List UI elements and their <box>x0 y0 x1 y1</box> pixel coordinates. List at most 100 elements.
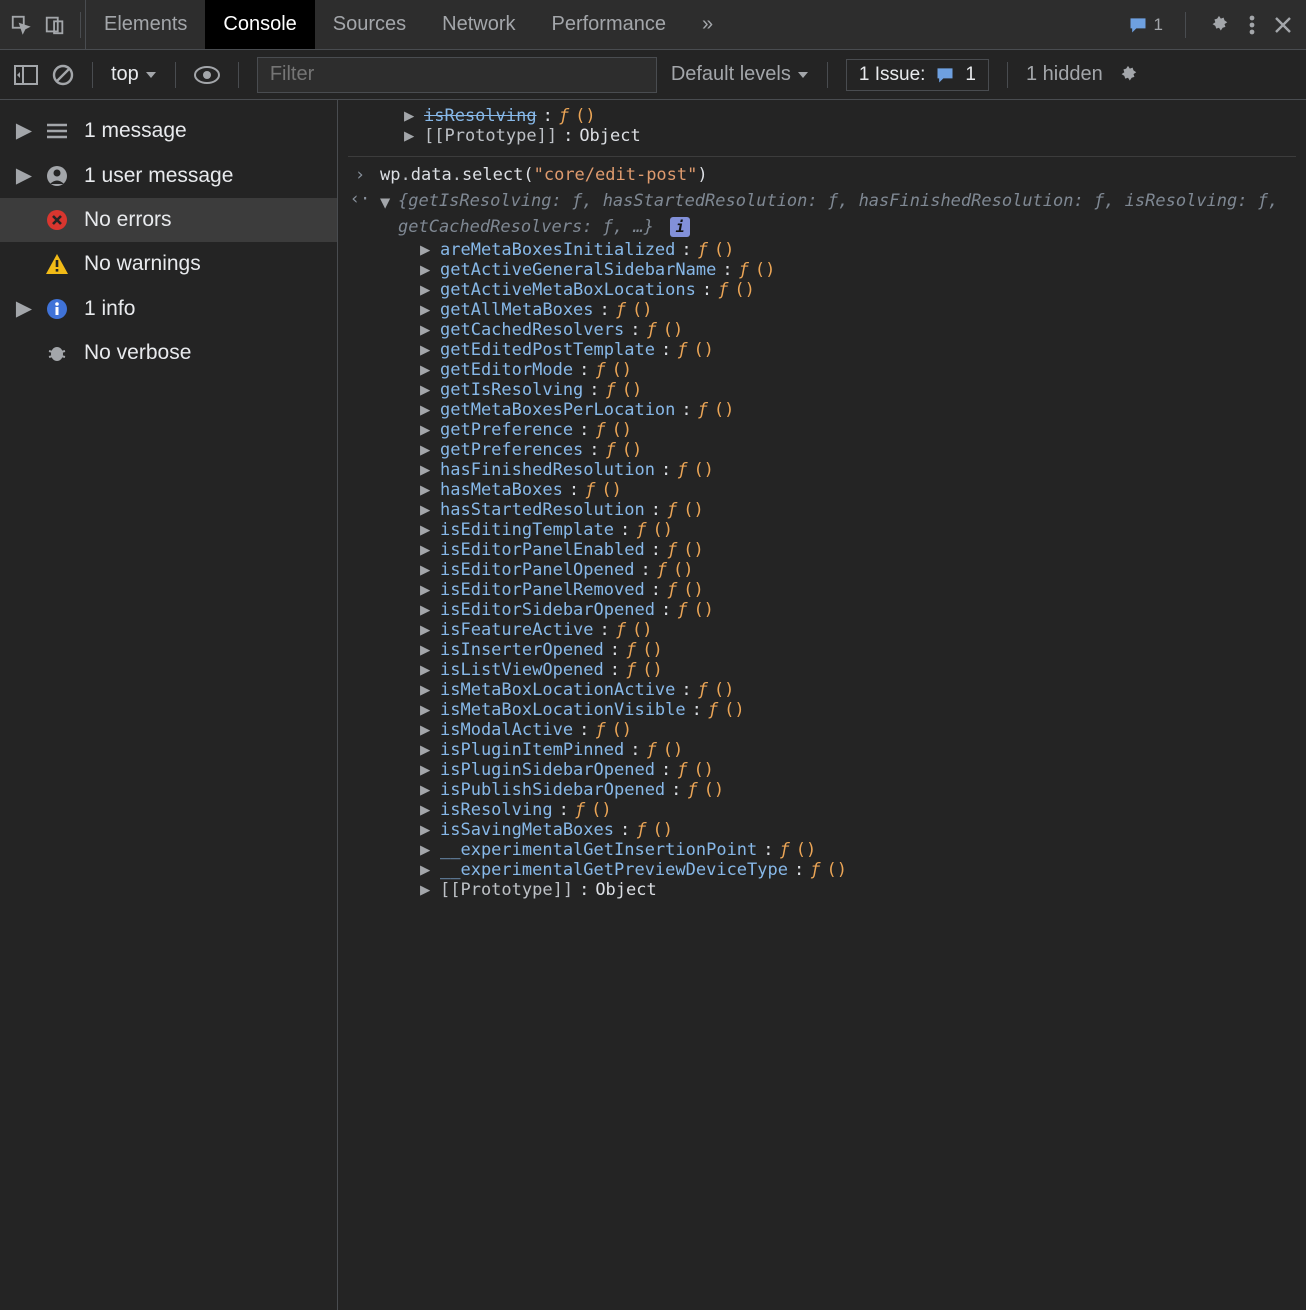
prototype-key[interactable]: [[Prototype]] <box>440 880 573 900</box>
sidebar-item-warn[interactable]: No warnings <box>0 242 337 286</box>
sidebar-item-info[interactable]: ▶1 info <box>0 286 337 331</box>
close-icon[interactable] <box>1274 16 1292 34</box>
object-property[interactable]: ▶hasMetaBoxes: ƒ () <box>380 480 1296 500</box>
expand-caret-icon[interactable]: ▶ <box>420 320 434 340</box>
inspect-icon[interactable] <box>10 14 32 36</box>
live-expression-icon[interactable] <box>194 66 220 84</box>
object-property[interactable]: ▶isPluginSidebarOpened: ƒ () <box>380 760 1296 780</box>
object-property[interactable]: ▶hasFinishedResolution: ƒ () <box>380 460 1296 480</box>
issues-badge[interactable]: 1 Issue: 1 <box>846 59 989 91</box>
expand-caret-icon[interactable]: ▶ <box>420 640 434 660</box>
expand-caret-icon[interactable]: ▶ <box>420 240 434 260</box>
expand-caret-icon[interactable]: ▶ <box>420 720 434 740</box>
expand-caret-icon[interactable]: ▶ <box>420 340 434 360</box>
object-property[interactable]: ▶areMetaBoxesInitialized: ƒ () <box>380 240 1296 260</box>
messages-badge[interactable]: 1 <box>1128 15 1163 35</box>
object-property[interactable]: ▶isResolving: ƒ () <box>380 800 1296 820</box>
tab-console[interactable]: Console <box>205 0 314 49</box>
object-property[interactable]: ▶isInserterOpened: ƒ () <box>380 640 1296 660</box>
expand-caret-icon[interactable]: ▶ <box>420 580 434 600</box>
object-property[interactable]: ▶isSavingMetaBoxes: ƒ () <box>380 820 1296 840</box>
object-property[interactable]: ▶__experimentalGetInsertionPoint: ƒ () <box>380 840 1296 860</box>
filter-input[interactable] <box>257 57 657 93</box>
prototype-key[interactable]: [[Prototype]] <box>424 126 557 146</box>
expand-caret-icon[interactable]: ▶ <box>420 560 434 580</box>
expand-caret-icon[interactable]: ▶ <box>420 440 434 460</box>
object-property[interactable]: ▶hasStartedResolution: ƒ () <box>380 500 1296 520</box>
expand-caret-icon[interactable]: ▶ <box>420 840 434 860</box>
expand-caret-icon[interactable]: ▶ <box>420 800 434 820</box>
object-property[interactable]: ▶isMetaBoxLocationActive: ƒ () <box>380 680 1296 700</box>
expand-caret-icon[interactable]: ▶ <box>420 880 434 900</box>
hidden-count[interactable]: 1 hidden <box>1026 63 1103 86</box>
object-property[interactable]: ▶getAllMetaBoxes: ƒ () <box>380 300 1296 320</box>
object-property[interactable]: ▶isEditingTemplate: ƒ () <box>380 520 1296 540</box>
clear-console-icon[interactable] <box>52 64 74 86</box>
expand-caret-icon[interactable]: ▶ <box>420 280 434 300</box>
expand-caret-icon[interactable]: ▶ <box>420 780 434 800</box>
object-property[interactable]: ▶getActiveGeneralSidebarName: ƒ () <box>380 260 1296 280</box>
object-property[interactable]: ▶getEditorMode: ƒ () <box>380 360 1296 380</box>
object-property[interactable]: ▶getEditedPostTemplate: ƒ () <box>380 340 1296 360</box>
object-property[interactable]: ▶__experimentalGetPreviewDeviceType: ƒ (… <box>380 860 1296 880</box>
object-property[interactable]: ▶isEditorSidebarOpened: ƒ () <box>380 600 1296 620</box>
expand-caret-down-icon[interactable]: ▼ <box>380 193 394 213</box>
object-property[interactable]: ▶getCachedResolvers: ƒ () <box>380 320 1296 340</box>
object-property[interactable]: ▶getPreference: ƒ () <box>380 420 1296 440</box>
info-badge-icon[interactable]: i <box>670 217 690 237</box>
kebab-icon[interactable] <box>1248 15 1256 35</box>
expand-caret-icon[interactable]: ▶ <box>420 700 434 720</box>
property-key[interactable]: isResolving <box>424 106 537 126</box>
expand-caret-icon[interactable]: ▶ <box>420 260 434 280</box>
object-property[interactable]: ▶isMetaBoxLocationVisible: ƒ () <box>380 700 1296 720</box>
expand-caret-icon[interactable]: ▶ <box>420 500 434 520</box>
object-property[interactable]: ▶getActiveMetaBoxLocations: ƒ () <box>380 280 1296 300</box>
sidebar-item-error[interactable]: No errors <box>0 198 337 242</box>
expand-caret-icon[interactable]: ▶ <box>420 400 434 420</box>
expand-caret-icon[interactable]: ▶ <box>420 680 434 700</box>
expand-caret-icon[interactable]: ▶ <box>420 860 434 880</box>
object-property[interactable]: ▶getIsResolving: ƒ () <box>380 380 1296 400</box>
sidebar-toggle-icon[interactable] <box>14 65 38 85</box>
context-selector[interactable]: top <box>111 63 157 86</box>
expand-caret-icon[interactable]: ▶ <box>420 520 434 540</box>
sidebar-item-bug[interactable]: No verbose <box>0 331 337 375</box>
tab-performance[interactable]: Performance <box>534 0 685 49</box>
object-property[interactable]: ▶isModalActive: ƒ () <box>380 720 1296 740</box>
expand-caret-icon[interactable]: ▶ <box>420 660 434 680</box>
object-property[interactable]: ▶isEditorPanelEnabled: ƒ () <box>380 540 1296 560</box>
expand-caret-icon[interactable]: ▶ <box>420 380 434 400</box>
object-property[interactable]: ▶isPublishSidebarOpened: ƒ () <box>380 780 1296 800</box>
tab-elements[interactable]: Elements <box>86 0 205 49</box>
expand-caret-icon[interactable]: ▶ <box>420 540 434 560</box>
expand-caret-icon[interactable]: ▶ <box>420 480 434 500</box>
expand-caret-icon[interactable]: ▶ <box>420 420 434 440</box>
object-property[interactable]: ▶isListViewOpened: ƒ () <box>380 660 1296 680</box>
tab-sources[interactable]: Sources <box>315 0 424 49</box>
object-property[interactable]: ▶isPluginItemPinned: ƒ () <box>380 740 1296 760</box>
expand-caret-icon[interactable]: ▶ <box>420 300 434 320</box>
object-property[interactable]: ▶isFeatureActive: ƒ () <box>380 620 1296 640</box>
sidebar-item-user[interactable]: ▶1 user message <box>0 153 337 198</box>
console-settings-gear-icon[interactable] <box>1117 64 1139 86</box>
expand-caret-icon[interactable]: ▶ <box>404 126 418 146</box>
log-levels-selector[interactable]: Default levels <box>671 63 809 86</box>
object-property[interactable]: ▶getPreferences: ƒ () <box>380 440 1296 460</box>
sidebar-item-list[interactable]: ▶1 message <box>0 108 337 153</box>
expand-caret-icon[interactable]: ▶ <box>420 620 434 640</box>
object-preview[interactable]: {getIsResolving: ƒ, hasStartedResolution… <box>398 189 1296 240</box>
object-property[interactable]: ▶isEditorPanelRemoved: ƒ () <box>380 580 1296 600</box>
console-command[interactable]: wp.data.select("core/edit-post") <box>380 165 708 185</box>
expand-caret-icon[interactable]: ▶ <box>420 600 434 620</box>
expand-caret-icon[interactable]: ▶ <box>420 740 434 760</box>
expand-caret-icon[interactable]: ▶ <box>420 460 434 480</box>
more-tabs[interactable]: » <box>684 13 731 36</box>
expand-caret-icon[interactable]: ▶ <box>420 360 434 380</box>
gear-icon[interactable] <box>1208 14 1230 36</box>
expand-caret-icon[interactable]: ▶ <box>404 106 418 126</box>
object-property[interactable]: ▶isEditorPanelOpened: ƒ () <box>380 560 1296 580</box>
object-property[interactable]: ▶getMetaBoxesPerLocation: ƒ () <box>380 400 1296 420</box>
device-toggle-icon[interactable] <box>44 14 66 36</box>
expand-caret-icon[interactable]: ▶ <box>420 760 434 780</box>
tab-network[interactable]: Network <box>424 0 533 49</box>
